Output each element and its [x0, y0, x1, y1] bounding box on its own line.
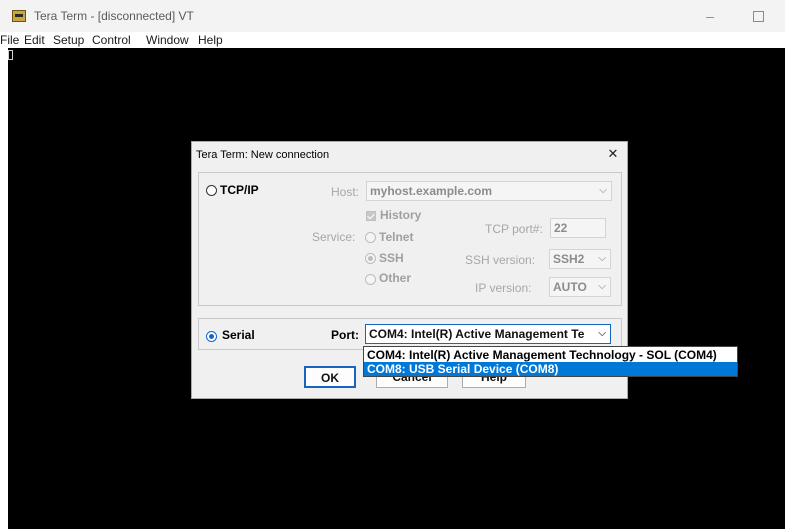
menu-file[interactable]: File [0, 32, 19, 48]
tcp-port-input[interactable]: 22 [550, 218, 606, 238]
ip-version-select[interactable]: AUTO ⌵ [549, 277, 611, 297]
tera-term-app-icon [12, 10, 26, 22]
tcpip-group: TCP/IP Host: myhost.example.com ⌵ Histor… [198, 172, 622, 306]
menu-edit[interactable]: Edit [24, 32, 45, 48]
ssh-radio[interactable] [365, 253, 376, 264]
host-value: myhost.example.com [370, 184, 493, 198]
chevron-down-icon: ⌵ [598, 253, 606, 264]
ssh-label: SSH [379, 251, 404, 265]
port-dropdown-list: COM4: Intel(R) Active Management Technol… [363, 346, 738, 377]
other-label: Other [379, 271, 412, 285]
chevron-down-icon: ⌵ [598, 281, 606, 292]
port-value: COM4: Intel(R) Active Management Te [369, 327, 585, 341]
tcpip-label: TCP/IP [220, 183, 259, 197]
port-option-com4[interactable]: COM4: Intel(R) Active Management Technol… [364, 348, 737, 362]
service-label: Service: [312, 230, 356, 244]
telnet-label: Telnet [379, 230, 414, 244]
title-bar: Tera Term - [disconnected] VT – [0, 0, 785, 32]
telnet-radio[interactable] [365, 232, 376, 243]
menu-bar: File Edit Setup Control Window Help [0, 32, 785, 48]
ok-button[interactable]: OK [304, 366, 356, 388]
chevron-down-icon: ⌵ [596, 325, 606, 343]
maximize-button[interactable] [738, 4, 778, 28]
history-label: History [380, 208, 422, 222]
ssh-version-select[interactable]: SSH2 ⌵ [549, 249, 611, 269]
terminal-cursor [8, 50, 13, 60]
ip-version-label: IP version: [475, 281, 532, 295]
host-combobox[interactable]: myhost.example.com ⌵ [366, 181, 612, 201]
menu-help[interactable]: Help [198, 32, 223, 48]
tcp-port-label: TCP port#: [485, 222, 543, 236]
ssh-version-value: SSH2 [553, 252, 585, 266]
serial-radio[interactable] [206, 331, 217, 342]
menu-window[interactable]: Window [146, 32, 189, 48]
ip-version-value: AUTO [553, 280, 587, 294]
close-icon[interactable]: ✕ [605, 146, 621, 162]
host-label: Host: [331, 185, 360, 199]
menu-control[interactable]: Control [92, 32, 131, 48]
tcpip-radio[interactable] [206, 185, 217, 196]
dialog-title: Tera Term: New connection [196, 149, 330, 161]
serial-label: Serial [222, 328, 255, 342]
chevron-down-icon: ⌵ [599, 185, 607, 196]
maximize-icon [752, 11, 764, 22]
history-checkbox[interactable] [366, 211, 376, 221]
port-option-com8[interactable]: COM8: USB Serial Device (COM8) [364, 362, 737, 376]
menu-setup[interactable]: Setup [53, 32, 84, 48]
tcp-port-value: 22 [554, 221, 568, 235]
port-label: Port: [331, 328, 359, 342]
other-radio[interactable] [365, 274, 376, 285]
window-title: Tera Term - [disconnected] VT [34, 9, 194, 23]
port-combobox[interactable]: COM4: Intel(R) Active Management Te ⌵ [365, 324, 611, 344]
minimize-button[interactable]: – [690, 4, 730, 28]
ssh-version-label: SSH version: [465, 253, 536, 267]
